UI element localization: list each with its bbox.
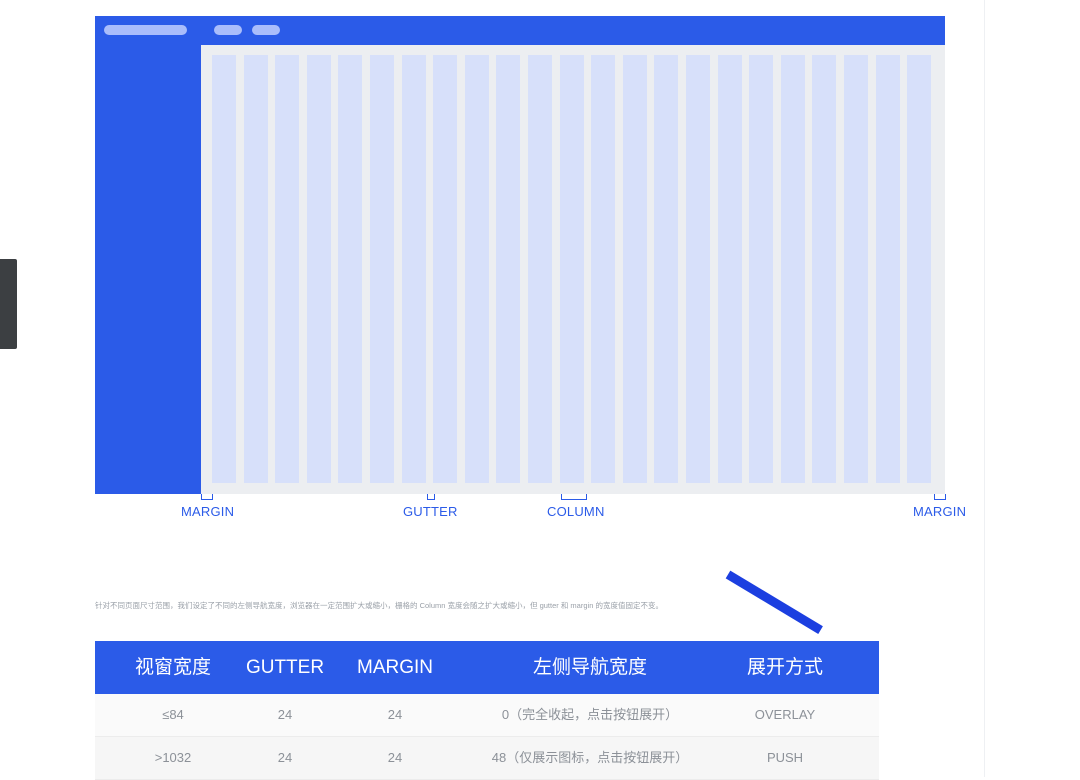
table-row: >1032 24 24 48（仅展示图标，点击按钮展开） PUSH	[95, 737, 879, 780]
cell-expand-mode: OVERLAY	[754, 707, 816, 722]
breakpoint-table: 视窗宽度 GUTTER MARGIN 左侧导航宽度 展开方式 ≤84 24 24…	[95, 641, 879, 780]
mock-logo-placeholder	[104, 25, 187, 35]
mock-header	[95, 16, 945, 45]
grid-column	[559, 55, 584, 483]
margin-left-bracket	[201, 494, 213, 500]
table-header: 视窗宽度 GUTTER MARGIN 左侧导航宽度 展开方式	[95, 641, 879, 694]
grid-column	[528, 55, 552, 483]
grid-column	[654, 55, 679, 483]
grid-description-caption: 针对不同页面尺寸范围，我们设定了不同的左侧导航宽度，浏览器在一定范围扩大或缩小，…	[95, 601, 663, 610]
cell-gutter: 24	[277, 750, 293, 765]
grid-column	[780, 55, 805, 483]
grid-column	[243, 55, 268, 483]
mock-sidebar	[95, 45, 201, 494]
cell-viewport-width: >1032	[154, 750, 192, 765]
margin-left-label: MARGIN	[181, 504, 235, 519]
cell-margin: 24	[387, 750, 403, 765]
grid-column	[717, 55, 742, 483]
grid-column	[686, 55, 710, 483]
grid-column	[749, 55, 774, 483]
page-right-border	[984, 0, 985, 777]
grid-column	[844, 55, 868, 483]
cell-left-nav-width: 0（完全收起，点击按钮展开）	[501, 707, 679, 722]
table-row: ≤84 24 24 0（完全收起，点击按钮展开） OVERLAY	[95, 694, 879, 737]
grid-column	[370, 55, 394, 483]
grid-column	[875, 55, 900, 483]
header-left-nav-width: 左侧导航宽度	[532, 657, 647, 678]
cell-viewport-width: ≤84	[162, 707, 184, 722]
mock-nav-placeholder-1	[214, 25, 242, 35]
margin-right-label: MARGIN	[913, 504, 967, 519]
column-label: COLUMN	[547, 504, 605, 519]
grid-column	[433, 55, 458, 483]
grid-column	[275, 55, 300, 483]
header-expand-mode: 展开方式	[746, 657, 823, 678]
header-viewport-width: 视窗宽度	[134, 657, 211, 678]
grid-column	[212, 55, 236, 483]
gutter-label: GUTTER	[403, 504, 458, 519]
margin-right-bracket	[934, 494, 946, 500]
grid-column	[622, 55, 647, 483]
grid-column	[907, 55, 932, 483]
mock-nav-placeholder-2	[252, 25, 280, 35]
side-drawer-tab[interactable]	[0, 259, 17, 349]
grid-column	[591, 55, 616, 483]
grid-column	[812, 55, 837, 483]
column-bracket	[561, 494, 587, 500]
grid-column	[306, 55, 331, 483]
header-margin: MARGIN	[357, 657, 433, 678]
grid-column	[338, 55, 363, 483]
gutter-bracket	[427, 494, 435, 500]
mock-content-area	[201, 45, 945, 494]
header-gutter: GUTTER	[245, 657, 325, 678]
grid-column	[464, 55, 489, 483]
grid-column	[401, 55, 426, 483]
cell-expand-mode: PUSH	[766, 750, 804, 765]
cell-gutter: 24	[277, 707, 293, 722]
cell-margin: 24	[387, 707, 403, 722]
layout-grid-illustration	[95, 16, 945, 494]
grid-column	[496, 55, 521, 483]
cell-left-nav-width: 48（仅展示图标，点击按钮展开）	[491, 750, 689, 765]
